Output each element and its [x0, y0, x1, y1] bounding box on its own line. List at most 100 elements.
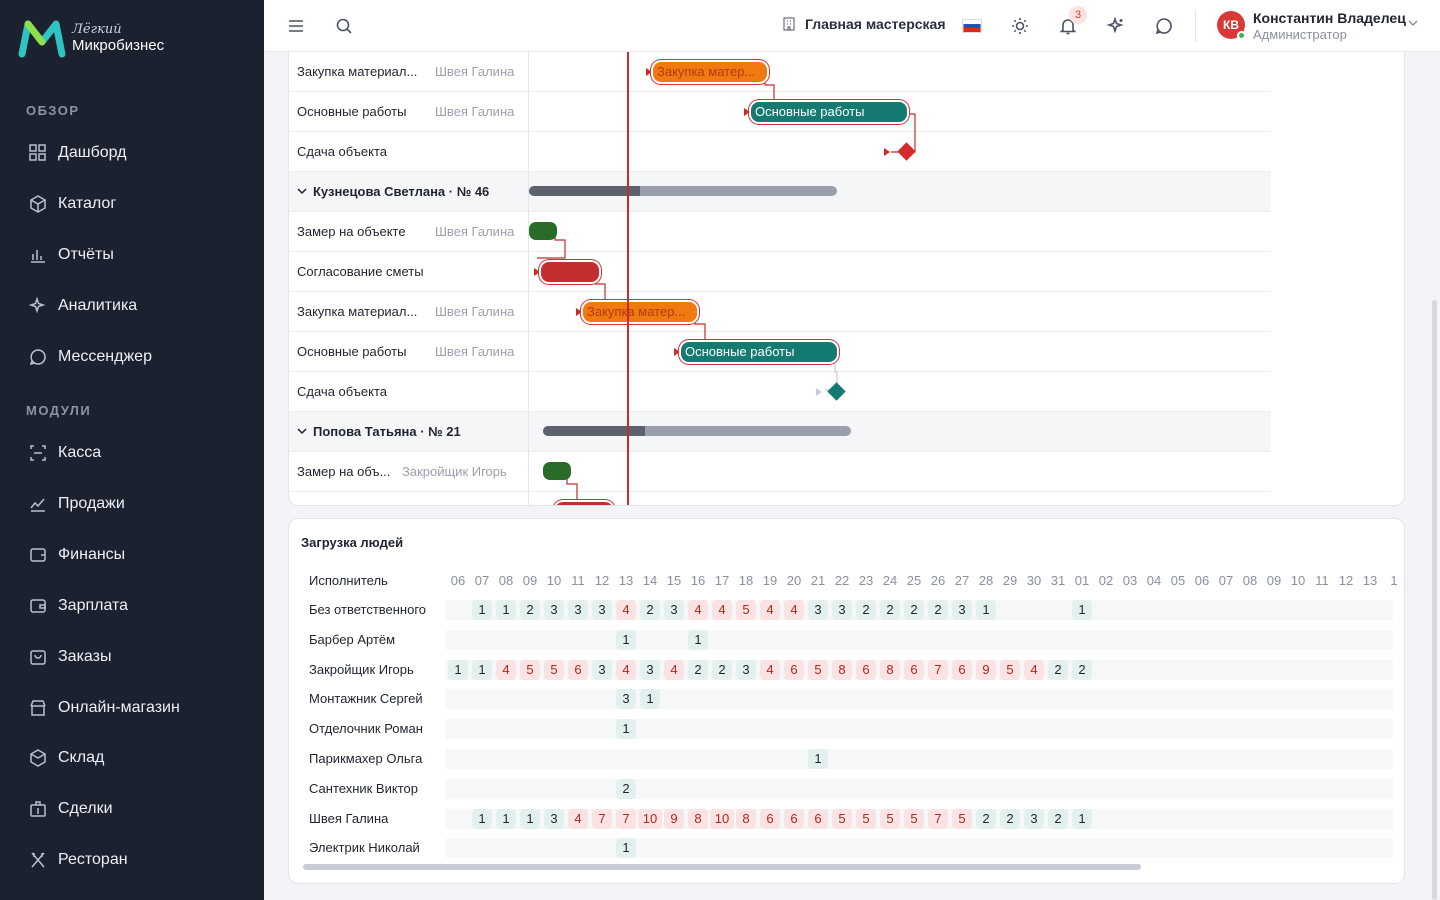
load-cell[interactable]: 2	[616, 778, 636, 799]
sidebar-item-reports[interactable]: Отчёты	[28, 243, 114, 267]
load-cell[interactable]: 1	[448, 659, 468, 680]
load-cell[interactable]: 2	[856, 600, 876, 620]
load-cell[interactable]: 5	[904, 808, 924, 829]
load-cell[interactable]: 10	[638, 808, 662, 829]
load-cell[interactable]: 1	[472, 808, 492, 829]
load-cell[interactable]: 2	[688, 659, 708, 680]
load-cell[interactable]: 3	[616, 689, 636, 710]
load-cell[interactable]: 2	[928, 600, 948, 620]
load-cell[interactable]: 1	[688, 629, 708, 650]
sidebar-item-deals[interactable]: Сделки	[28, 797, 113, 821]
load-cell[interactable]: 6	[952, 659, 972, 680]
load-cell[interactable]: 4	[568, 808, 588, 829]
load-cell[interactable]: 3	[832, 600, 852, 620]
load-cell[interactable]: 5	[1000, 659, 1020, 680]
load-cell[interactable]: 2	[1048, 808, 1068, 829]
load-cell[interactable]: 2	[640, 600, 660, 620]
load-cell[interactable]: 3	[544, 600, 564, 620]
sidebar-item-catalog[interactable]: Каталог	[28, 192, 116, 216]
load-cell[interactable]: 1	[496, 600, 516, 620]
group-summary-bar[interactable]	[543, 426, 851, 436]
sidebar-item-dashboard[interactable]: Дашборд	[28, 141, 127, 165]
load-cell[interactable]: 1	[616, 838, 636, 859]
sidebar-item-finance[interactable]: Финансы	[28, 543, 125, 567]
load-cell[interactable]: 1	[496, 808, 516, 829]
load-cell[interactable]: 7	[592, 808, 612, 829]
load-cell[interactable]: 4	[616, 600, 636, 620]
load-cell[interactable]: 2	[1000, 808, 1020, 829]
load-cell[interactable]: 2	[880, 600, 900, 620]
load-cell[interactable]: 3	[952, 600, 972, 620]
sidebar-item-shop[interactable]: Онлайн-магазин	[28, 696, 180, 720]
load-cell[interactable]: 7	[928, 659, 948, 680]
load-cell[interactable]: 7	[928, 808, 948, 829]
load-cell[interactable]: 8	[832, 659, 852, 680]
gantt-bar-material-purchase[interactable]: Закупка матер...	[583, 302, 697, 322]
load-cell[interactable]: 1	[472, 600, 492, 620]
load-cell[interactable]: 4	[616, 659, 636, 680]
gantt-bar-measurement[interactable]	[543, 462, 571, 480]
load-cell[interactable]: 6	[568, 659, 588, 680]
sparkles-icon[interactable]	[1106, 16, 1126, 36]
sidebar-item-orders[interactable]: Заказы	[28, 645, 111, 669]
load-cell[interactable]: 2	[712, 659, 732, 680]
gantt-bar-main-works[interactable]: Основные работы	[751, 102, 907, 122]
load-cell[interactable]: 6	[784, 808, 804, 829]
load-cell[interactable]: 3	[592, 659, 612, 680]
load-cell[interactable]: 9	[976, 659, 996, 680]
load-cell[interactable]: 10	[710, 808, 734, 829]
load-cell[interactable]: 3	[736, 659, 756, 680]
load-cell[interactable]: 4	[760, 600, 780, 620]
load-cell[interactable]: 6	[808, 808, 828, 829]
user-name[interactable]: Константин Владелец	[1253, 10, 1406, 26]
sidebar-item-warehouse[interactable]: Склад	[28, 746, 104, 770]
chat-icon[interactable]	[1154, 16, 1174, 36]
workspace-selector[interactable]: Главная мастерская	[781, 16, 946, 32]
load-cell[interactable]: 1	[976, 600, 996, 620]
load-cell[interactable]: 6	[784, 659, 804, 680]
load-cell[interactable]: 4	[1024, 659, 1044, 680]
load-cell[interactable]: 9	[664, 808, 684, 829]
gantt-bar-measurement[interactable]	[529, 222, 557, 240]
chevron-down-icon[interactable]	[1406, 16, 1420, 30]
load-cell[interactable]: 5	[880, 808, 900, 829]
load-cell[interactable]: 1	[616, 629, 636, 650]
load-cell[interactable]: 6	[856, 659, 876, 680]
load-cell[interactable]: 1	[616, 719, 636, 740]
load-cell[interactable]: 3	[640, 659, 660, 680]
load-cell[interactable]: 7	[616, 808, 636, 829]
sidebar-item-restaurant[interactable]: Ресторан	[28, 848, 128, 872]
group-summary-bar[interactable]	[529, 186, 837, 196]
load-cell[interactable]: 4	[496, 659, 516, 680]
horizontal-scrollbar[interactable]	[303, 864, 1141, 870]
load-cell[interactable]: 4	[784, 600, 804, 620]
search-icon[interactable]	[334, 16, 354, 36]
language-flag-icon[interactable]	[962, 19, 982, 33]
load-cell[interactable]: 1	[640, 689, 660, 710]
load-cell[interactable]: 2	[520, 600, 540, 620]
load-cell[interactable]: 6	[760, 808, 780, 829]
load-cell[interactable]: 3	[592, 600, 612, 620]
load-cell[interactable]: 5	[832, 808, 852, 829]
load-cell[interactable]: 1	[472, 659, 492, 680]
load-cell[interactable]: 3	[544, 808, 564, 829]
load-cell[interactable]: 4	[664, 659, 684, 680]
load-cell[interactable]: 3	[808, 600, 828, 620]
load-cell[interactable]: 8	[880, 659, 900, 680]
load-cell[interactable]: 2	[976, 808, 996, 829]
sidebar-item-analytics[interactable]: Аналитика	[28, 294, 137, 318]
load-cell[interactable]: 6	[904, 659, 924, 680]
gantt-bar-estimate-approval[interactable]	[555, 502, 613, 505]
load-cell[interactable]: 5	[808, 659, 828, 680]
load-cell[interactable]: 1	[1072, 808, 1092, 829]
vertical-scrollbar[interactable]	[1432, 300, 1437, 900]
load-cell[interactable]: 1	[1072, 600, 1092, 620]
sidebar-item-messenger[interactable]: Мессенджер	[28, 345, 152, 369]
load-cell[interactable]: 5	[736, 600, 756, 620]
load-cell[interactable]: 5	[856, 808, 876, 829]
load-cell[interactable]: 3	[568, 600, 588, 620]
load-cell[interactable]: 2	[1072, 659, 1092, 680]
load-cell[interactable]: 3	[664, 600, 684, 620]
gantt-bar-estimate-approval[interactable]	[541, 262, 599, 282]
load-cell[interactable]: 2	[1048, 659, 1068, 680]
